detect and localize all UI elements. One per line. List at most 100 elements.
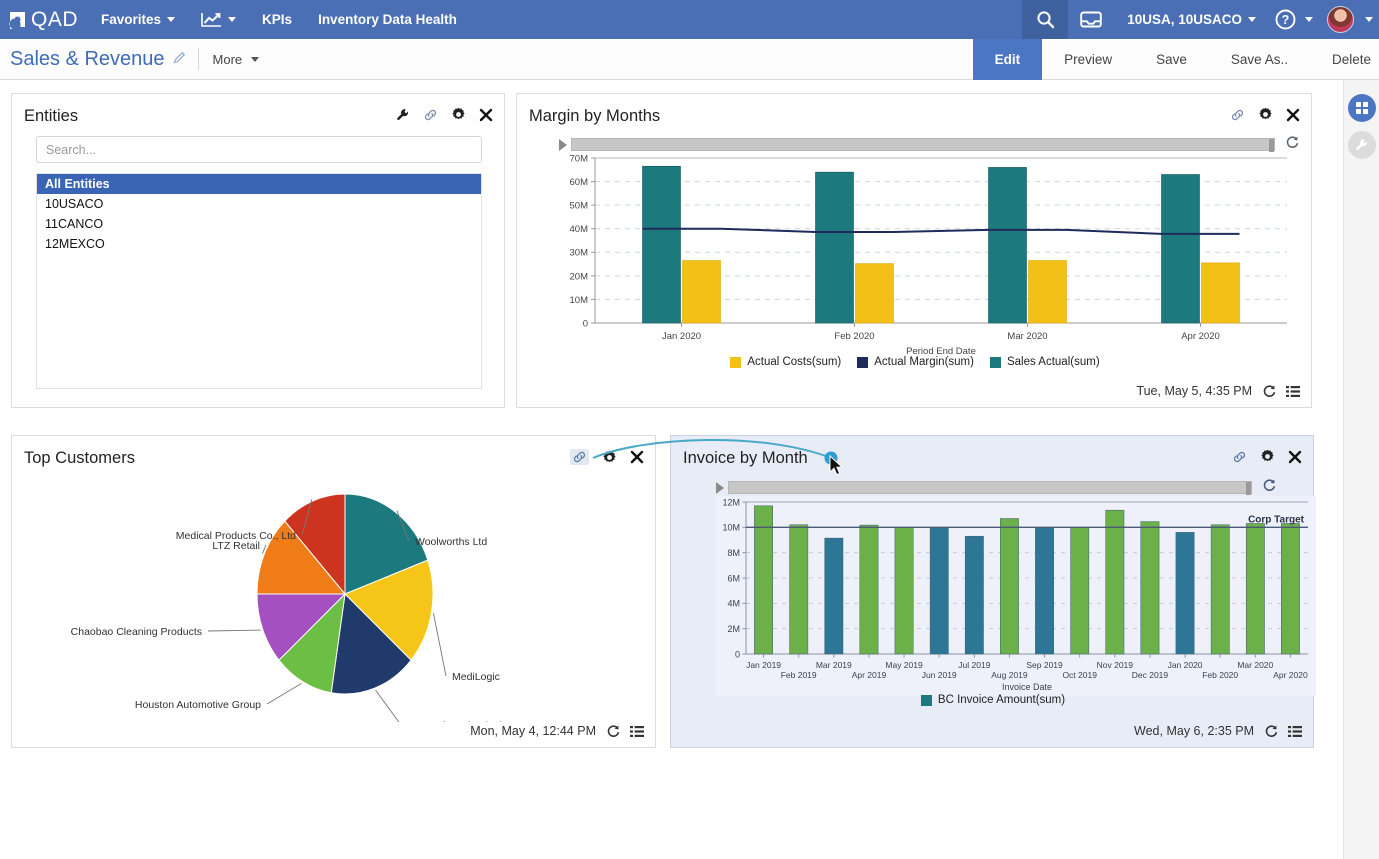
avatar [1327, 6, 1354, 33]
gear-icon[interactable] [602, 450, 617, 465]
entities-title: Entities [24, 107, 79, 125]
list-item[interactable]: All Entities [37, 174, 481, 194]
legend-item[interactable]: Actual Costs(sum) [730, 356, 841, 368]
tools-wrench-button[interactable] [1347, 131, 1376, 159]
bar[interactable] [1070, 527, 1090, 655]
preview-button[interactable]: Preview [1042, 39, 1134, 80]
entities-tools [396, 107, 493, 122]
legend-item[interactable]: BC Invoice Amount(sum) [920, 694, 1065, 706]
save-button[interactable]: Save [1134, 39, 1209, 80]
refresh-icon[interactable] [1264, 724, 1278, 738]
svg-text:20M: 20M [570, 271, 589, 282]
bar[interactable] [1000, 518, 1019, 655]
bar[interactable] [789, 524, 809, 655]
close-icon[interactable] [630, 450, 644, 464]
nav-kpis[interactable]: KPIs [249, 0, 305, 39]
bar[interactable] [894, 527, 914, 655]
bar[interactable] [1035, 527, 1054, 655]
bar[interactable] [1140, 521, 1160, 655]
invoice-card-tools [1232, 449, 1302, 464]
search-button[interactable] [1022, 0, 1069, 39]
list-menu-icon[interactable] [630, 725, 644, 738]
list-item[interactable]: 10USACO [37, 194, 481, 214]
qad-logo[interactable]: QAD [0, 0, 88, 39]
legend-label: Sales Actual(sum) [1006, 356, 1100, 368]
svg-text:0: 0 [735, 649, 740, 659]
svg-text:12M: 12M [722, 497, 740, 507]
svg-text:0: 0 [583, 318, 588, 329]
help-menu[interactable]: ? [1269, 0, 1321, 39]
close-icon[interactable] [479, 108, 493, 122]
nav-inventory-data-health-label: Inventory Data Health [318, 12, 457, 27]
list-menu-icon[interactable] [1288, 725, 1302, 738]
link-icon[interactable] [1230, 108, 1245, 122]
nav-analytics[interactable] [188, 0, 249, 39]
slider-play-arrow-icon[interactable] [716, 481, 724, 494]
margin-by-months-panel: Margin by Months 0 10M 20M 30M 40M 50M 60M 70M J… [516, 93, 1312, 408]
delete-button[interactable]: Delete [1310, 39, 1379, 80]
caret-down-icon [1248, 17, 1256, 22]
slider-play-arrow-icon[interactable] [559, 138, 567, 151]
close-icon[interactable] [1288, 450, 1302, 464]
bar[interactable] [1281, 523, 1300, 655]
pencil-icon[interactable] [173, 51, 186, 67]
margin-by-months-title: Margin by Months [529, 107, 661, 125]
list-item[interactable]: 11CANCO [37, 214, 481, 234]
inbox-button[interactable] [1068, 0, 1114, 39]
gear-icon[interactable] [1260, 449, 1275, 464]
link-icon[interactable] [570, 449, 589, 465]
search-input[interactable]: Search... [36, 136, 482, 163]
legend-swatch [730, 356, 742, 368]
svg-text:30M: 30M [570, 248, 589, 259]
user-menu[interactable] [1321, 0, 1379, 39]
legend-item[interactable]: Sales Actual(sum) [989, 356, 1100, 368]
entities-list[interactable]: All Entities 10USACO 11CANCO 12MEXCO [36, 173, 482, 389]
invoice-by-month-chart: 02M4M6M8M10M12MJan 2019Feb 2019Mar 2019A… [716, 496, 1316, 696]
bar[interactable] [1210, 524, 1230, 655]
link-icon[interactable] [1232, 450, 1247, 464]
svg-text:Apr 2020: Apr 2020 [1273, 670, 1308, 680]
nav-inventory-data-health[interactable]: Inventory Data Health [305, 0, 470, 39]
legend-item[interactable]: Actual Margin(sum) [857, 356, 974, 368]
bar[interactable] [1175, 532, 1195, 655]
refresh-icon[interactable] [1262, 384, 1276, 398]
bar[interactable] [859, 524, 879, 655]
list-item[interactable]: 12MEXCO [37, 234, 481, 254]
invoice-range-slider[interactable] [716, 478, 1276, 497]
slider-thumb[interactable] [1269, 139, 1274, 152]
pie-slice-label: Chaobao Cleaning Products [71, 626, 202, 638]
close-icon[interactable] [1286, 108, 1300, 122]
svg-text:Feb 2019: Feb 2019 [781, 670, 817, 680]
nav-favorites[interactable]: Favorites [88, 0, 188, 39]
entities-panel: Entities Search... All Entities 10USACO … [11, 93, 505, 408]
widgets-grid-button[interactable] [1347, 94, 1376, 122]
margin-card-footer: Tue, May 5, 4:35 PM [1136, 384, 1300, 398]
list-menu-icon[interactable] [1286, 385, 1300, 398]
bar[interactable] [1245, 523, 1265, 655]
bar[interactable] [964, 535, 984, 655]
refresh-icon[interactable] [606, 724, 620, 738]
bar[interactable] [1105, 509, 1125, 655]
bar[interactable] [824, 537, 844, 655]
grid-icon [1355, 101, 1369, 115]
slider-track[interactable] [571, 138, 1275, 152]
list-item-label: 10USACO [45, 197, 104, 211]
caret-down-icon [251, 56, 260, 62]
legend-swatch [989, 356, 1001, 368]
save-as-button[interactable]: Save As.. [1209, 39, 1310, 80]
slider-track[interactable] [728, 481, 1252, 495]
entity-selector[interactable]: 10USA, 10USACO [1114, 0, 1269, 39]
slider-thumb[interactable] [1246, 482, 1251, 495]
gear-icon[interactable] [1258, 107, 1273, 122]
more-menu-button[interactable]: More [213, 52, 260, 67]
bar[interactable] [929, 527, 949, 655]
gear-icon[interactable] [451, 107, 466, 122]
top-customers-title: Top Customers [24, 449, 135, 467]
wrench-icon[interactable] [396, 108, 410, 122]
refresh-icon[interactable] [1262, 478, 1276, 497]
qad-logo-icon [8, 10, 27, 29]
link-icon[interactable] [423, 108, 438, 122]
edit-button[interactable]: Edit [972, 38, 1043, 80]
timestamp: Mon, May 4, 12:44 PM [470, 724, 596, 738]
svg-text:Sep 2019: Sep 2019 [1026, 660, 1063, 670]
